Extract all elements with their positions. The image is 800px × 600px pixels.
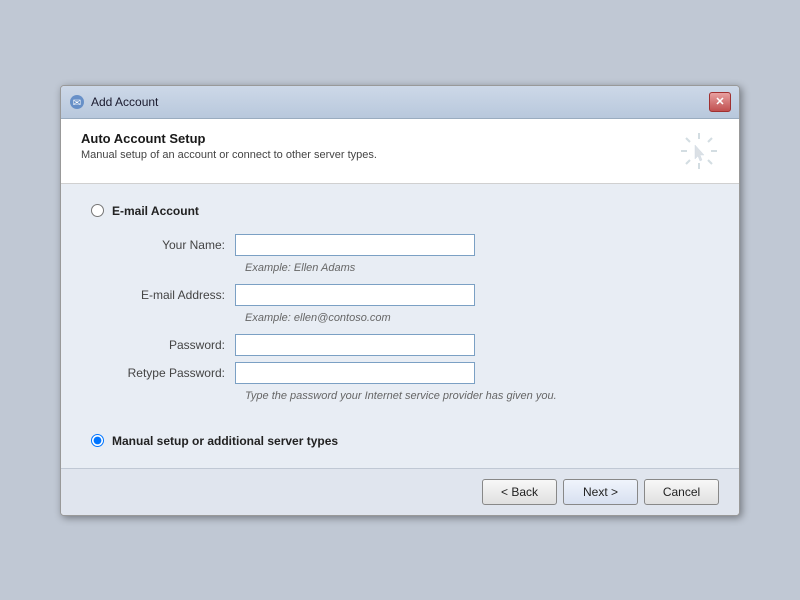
your-name-row: Your Name: xyxy=(115,234,709,256)
your-name-label: Your Name: xyxy=(115,238,235,252)
manual-setup-radio[interactable] xyxy=(91,434,104,447)
window-title: Add Account xyxy=(91,95,158,109)
form-area: Your Name: Example: Ellen Adams E-mail A… xyxy=(91,234,709,422)
password-input[interactable] xyxy=(235,334,475,356)
your-name-hint: Example: Ellen Adams xyxy=(245,262,355,274)
email-account-label[interactable]: E-mail Account xyxy=(112,204,199,218)
footer: < Back Next > Cancel xyxy=(61,468,739,515)
back-button[interactable]: < Back xyxy=(482,479,557,505)
email-account-option: E-mail Account xyxy=(91,204,709,218)
next-button[interactable]: Next > xyxy=(563,479,638,505)
page-subtitle: Manual setup of an account or connect to… xyxy=(81,149,377,161)
title-bar: ✉ Add Account ✕ xyxy=(61,86,739,119)
header-text: Auto Account Setup Manual setup of an ac… xyxy=(81,131,377,161)
page-title: Auto Account Setup xyxy=(81,131,377,146)
header-section: Auto Account Setup Manual setup of an ac… xyxy=(61,119,739,184)
email-address-label: E-mail Address: xyxy=(115,288,235,302)
password-hint: Type the password your Internet service … xyxy=(245,390,557,402)
your-name-hint-row: Example: Ellen Adams xyxy=(115,262,709,274)
content-area: E-mail Account Your Name: Example: Ellen… xyxy=(61,184,739,468)
manual-setup-label[interactable]: Manual setup or additional server types xyxy=(112,434,338,448)
your-name-input[interactable] xyxy=(235,234,475,256)
cancel-button[interactable]: Cancel xyxy=(644,479,719,505)
email-address-input[interactable] xyxy=(235,284,475,306)
close-button[interactable]: ✕ xyxy=(709,92,731,112)
retype-password-row: Retype Password: xyxy=(115,362,709,384)
window-icon: ✉ xyxy=(69,94,85,110)
dialog-window: ✉ Add Account ✕ Auto Account Setup Manua… xyxy=(60,85,740,516)
header-icon xyxy=(679,131,719,171)
title-bar-left: ✉ Add Account xyxy=(69,94,158,110)
email-address-hint: Example: ellen@contoso.com xyxy=(245,312,391,324)
retype-password-input[interactable] xyxy=(235,362,475,384)
email-radio[interactable] xyxy=(91,204,104,217)
password-row: Password: xyxy=(115,334,709,356)
password-label: Password: xyxy=(115,338,235,352)
email-address-row: E-mail Address: xyxy=(115,284,709,306)
email-hint-row: Example: ellen@contoso.com xyxy=(115,312,709,324)
password-hint-row: Type the password your Internet service … xyxy=(115,390,709,402)
svg-text:✉: ✉ xyxy=(73,98,81,109)
retype-password-label: Retype Password: xyxy=(115,366,235,380)
manual-setup-option: Manual setup or additional server types xyxy=(91,434,709,448)
